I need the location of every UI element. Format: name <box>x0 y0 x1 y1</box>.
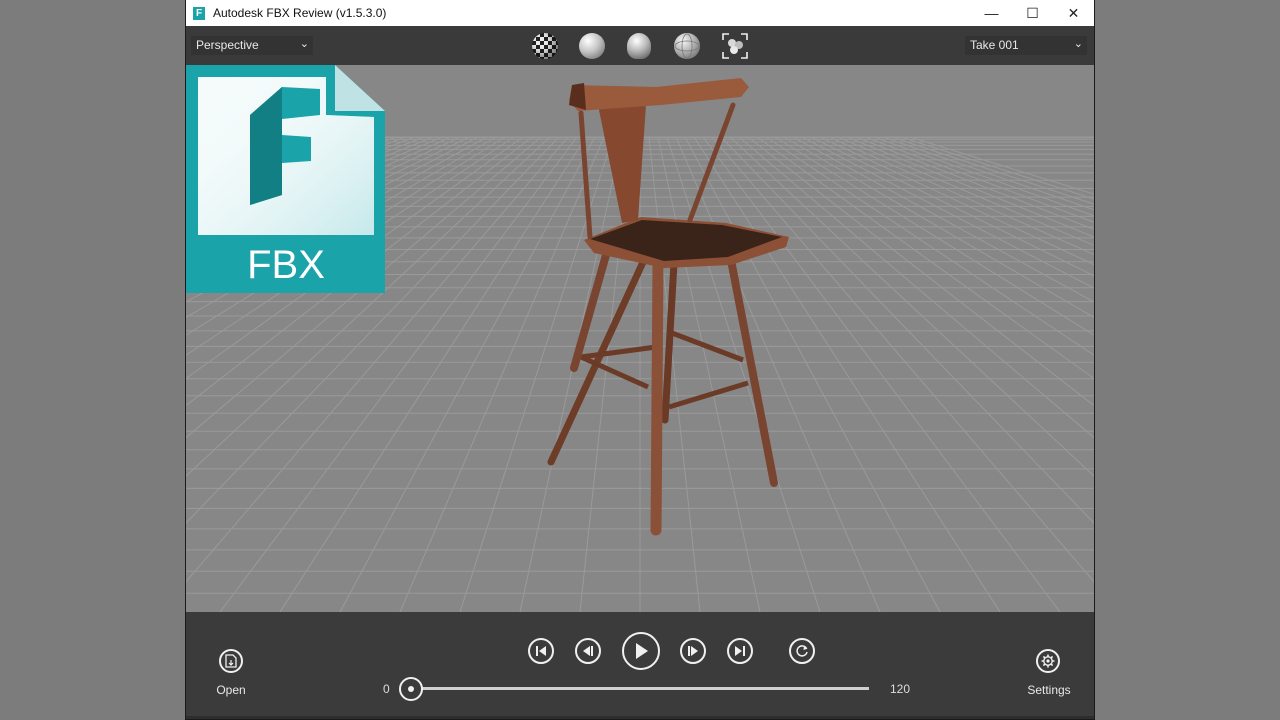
loop-button[interactable] <box>789 638 815 664</box>
frame-all-graphic <box>722 33 748 59</box>
window-title: Autodesk FBX Review (v1.5.3.0) <box>213 6 387 20</box>
chevron-down-icon: ⌄ <box>299 38 309 50</box>
app-window: F Autodesk FBX Review (v1.5.3.0) — ☐ ✕ P… <box>185 0 1095 720</box>
3d-viewport[interactable]: FBX <box>186 65 1094 612</box>
file-open-icon <box>225 654 237 668</box>
camera-select[interactable]: Perspective ⌄ <box>191 36 313 55</box>
grid-line <box>765 136 1094 356</box>
last-frame-button[interactable] <box>727 638 753 664</box>
camera-select-value: Perspective <box>196 38 259 52</box>
fbx-app-icon: F <box>193 6 205 20</box>
close-button[interactable]: ✕ <box>1053 0 1094 26</box>
grid-line <box>909 136 1094 195</box>
grid-line <box>666 136 821 612</box>
previous-frame-button[interactable] <box>575 638 601 664</box>
grid-line <box>711 136 1094 583</box>
grid-line <box>792 136 1094 303</box>
settings-label: Settings <box>1027 683 1071 697</box>
timeline-scrubber[interactable] <box>399 677 423 701</box>
grid-line <box>801 136 1094 289</box>
frame-all-icon[interactable] <box>722 33 748 59</box>
grid-line <box>864 136 1094 223</box>
minimize-button[interactable]: — <box>971 0 1012 26</box>
playback-bar: Open 0 120 Settings <box>186 612 1094 716</box>
play-button[interactable] <box>622 632 660 670</box>
viewer-toolbar: Perspective ⌄ Take 001 ⌄ <box>186 26 1094 65</box>
last-frame-icon <box>735 646 745 656</box>
wire-lines <box>674 33 700 59</box>
take-select[interactable]: Take 001 ⌄ <box>965 36 1087 55</box>
grid-line <box>675 136 881 612</box>
grid-line <box>810 136 1094 277</box>
end-frame-label: 120 <box>890 682 911 696</box>
chevron-down-icon: ⌄ <box>1073 38 1083 50</box>
grid-line <box>519 136 623 612</box>
open-label: Open <box>216 683 246 697</box>
first-frame-button[interactable] <box>528 638 554 664</box>
grid-line <box>747 136 1094 407</box>
maximize-button[interactable]: ☐ <box>1012 0 1053 26</box>
start-frame-label: 0 <box>383 682 390 696</box>
grid-line <box>399 136 605 612</box>
play-icon <box>636 643 648 659</box>
take-select-value: Take 001 <box>970 38 1019 52</box>
grid-line <box>684 136 941 612</box>
gear-icon <box>1041 654 1055 668</box>
smooth-shading-icon[interactable] <box>579 33 605 59</box>
wireframe-shading-icon[interactable] <box>674 33 700 59</box>
fbx-logo-text: FBX <box>247 243 325 287</box>
previous-frame-icon <box>583 646 593 656</box>
title-bar: F Autodesk FBX Review (v1.5.3.0) — ☐ ✕ <box>186 0 1094 26</box>
window-controls: — ☐ ✕ <box>971 0 1094 26</box>
grid-line <box>693 136 1001 612</box>
grid-line <box>900 136 1094 200</box>
next-frame-button[interactable] <box>680 638 706 664</box>
open-button[interactable] <box>219 649 243 673</box>
next-frame-icon <box>688 646 698 656</box>
settings-button[interactable] <box>1036 649 1060 673</box>
grid-line <box>720 136 1094 524</box>
grid-line <box>657 136 761 612</box>
timeline-track[interactable] <box>411 687 869 690</box>
light-icon[interactable] <box>627 33 651 59</box>
grid-line <box>756 136 1094 380</box>
loop-icon <box>796 645 808 657</box>
checker-shading-icon[interactable] <box>532 33 558 59</box>
first-frame-icon <box>536 646 546 656</box>
fbx-logo: FBX <box>186 65 385 293</box>
